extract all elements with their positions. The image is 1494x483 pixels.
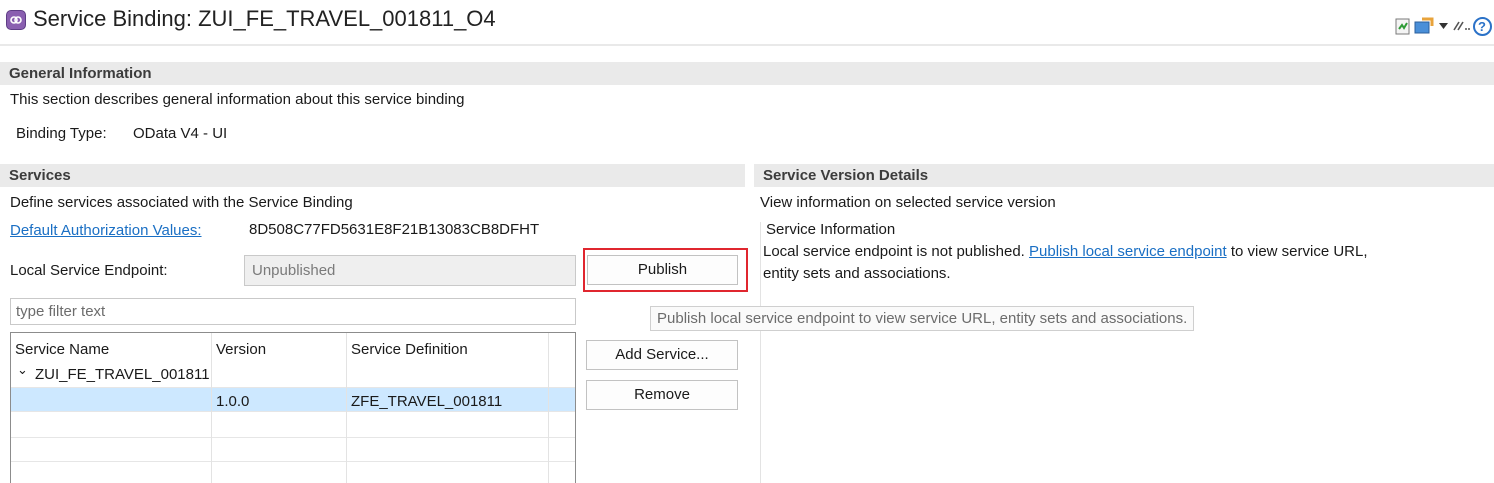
publish-endpoint-link[interactable]: Publish local service endpoint — [1029, 243, 1227, 260]
help-icon[interactable]: ? — [1472, 16, 1492, 36]
service-information-title: Service Information — [766, 221, 899, 238]
general-information-header: General Information — [0, 62, 1494, 85]
chevron-down-icon[interactable]: ⌄ — [17, 362, 28, 378]
service-information-line1: Local service endpoint is not published.… — [763, 243, 1368, 260]
info-text-before: Local service endpoint is not published. — [763, 243, 1025, 260]
local-endpoint-field: Unpublished — [244, 255, 576, 286]
publish-button[interactable]: Publish — [587, 255, 738, 285]
service-information-group — [760, 222, 1494, 483]
binding-type-value: OData V4 - UI — [133, 125, 228, 142]
table-cell-version: 1.0.0 — [216, 393, 250, 410]
column-header-service-name[interactable]: Service Name — [15, 341, 109, 358]
share-export-icon[interactable] — [1414, 17, 1434, 35]
page-title: Service Binding: ZUI_FE_TRAVEL_001811_O4 — [33, 6, 496, 31]
ellipsis-icon[interactable] — [1453, 17, 1471, 35]
publish-tooltip: Publish local service endpoint to view s… — [650, 306, 1195, 331]
info-text-after: to view service URL, — [1230, 243, 1368, 260]
table-cell-definition: ZFE_TRAVEL_001811 — [351, 393, 503, 410]
service-version-details-header: Service Version Details — [754, 164, 1494, 187]
service-binding-icon — [6, 10, 26, 30]
services-table[interactable]: Service Name Version Service Definition … — [10, 332, 576, 483]
remove-button[interactable]: Remove — [586, 380, 738, 410]
default-authorization-link[interactable]: Default Authorization Values: — [10, 222, 202, 239]
add-service-button[interactable]: Add Service... — [586, 340, 738, 370]
version-details-description: View information on selected service ver… — [760, 194, 1056, 211]
dropdown-arrow-icon[interactable] — [1437, 17, 1449, 35]
service-information-line2: entity sets and associations. — [763, 265, 951, 282]
tree-item-service-group[interactable]: ZUI_FE_TRAVEL_001811 — [35, 366, 210, 383]
column-header-version[interactable]: Version — [216, 341, 266, 358]
services-header: Services — [0, 164, 745, 187]
refresh-page-icon[interactable] — [1394, 17, 1412, 35]
binding-type-label: Binding Type: — [16, 125, 107, 142]
authorization-value: 8D508C77FD5631E8F21B13083CB8DFHT — [249, 221, 540, 238]
general-description: This section describes general informati… — [10, 91, 465, 108]
local-endpoint-label: Local Service Endpoint: — [10, 262, 168, 279]
filter-input[interactable]: type filter text — [10, 298, 576, 325]
services-description: Define services associated with the Serv… — [10, 194, 353, 211]
column-header-service-definition[interactable]: Service Definition — [351, 341, 468, 358]
title-separator — [0, 44, 1494, 46]
